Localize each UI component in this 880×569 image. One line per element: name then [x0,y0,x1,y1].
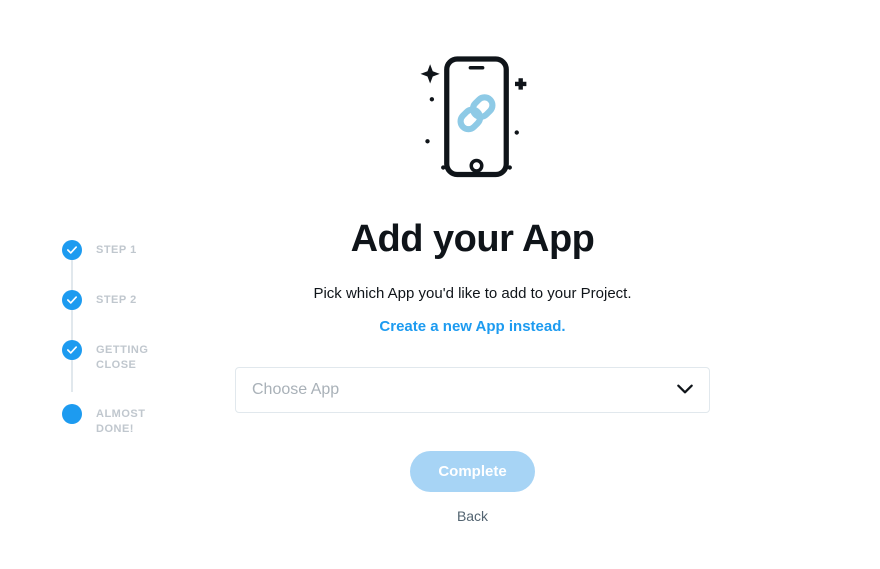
check-circle-icon [62,340,82,360]
step-3: GETTING CLOSE [62,340,182,374]
main-content: Add your App Pick which App you'd like t… [235,40,710,524]
complete-button[interactable]: Complete [410,451,534,492]
page-title: Add your App [235,218,710,261]
step-label: ALMOST DONE! [96,407,176,438]
phone-link-illustration [235,40,710,190]
step-1: STEP 1 [62,240,182,260]
check-circle-icon [62,290,82,310]
step-label: STEP 2 [96,293,176,308]
back-button[interactable]: Back [235,508,710,524]
step-label: GETTING CLOSE [96,343,176,374]
check-circle-icon [62,240,82,260]
choose-app-select[interactable]: Choose App [235,367,710,413]
chevron-down-icon [677,381,693,399]
step-2: STEP 2 [62,290,182,310]
step-label: STEP 1 [96,243,176,258]
select-placeholder: Choose App [252,381,339,399]
create-new-app-link[interactable]: Create a new App instead. [379,318,565,335]
wizard-steps-sidebar: STEP 1 STEP 2 GETTING CLOSE ALMOST DONE! [62,240,182,468]
step-4: ALMOST DONE! [62,404,182,438]
page-subtitle: Pick which App you'd like to add to your… [235,285,710,302]
current-step-icon [62,404,82,424]
